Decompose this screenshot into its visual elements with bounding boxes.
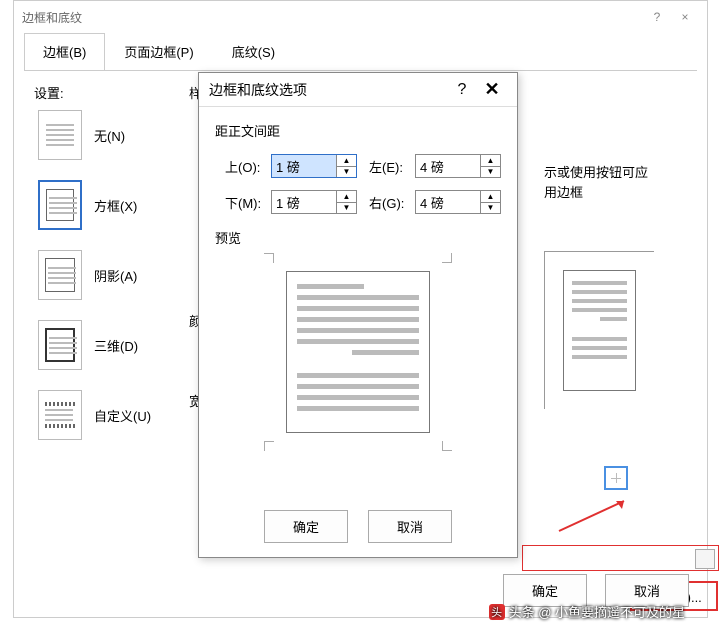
toutiao-logo-icon: 头 xyxy=(489,604,505,620)
tab-shading[interactable]: 底纹(S) xyxy=(213,33,294,70)
right-spinner[interactable]: ▲▼ xyxy=(415,190,501,214)
setting-box[interactable]: 方框(X) xyxy=(34,180,184,230)
left-input[interactable] xyxy=(416,155,480,177)
close-icon[interactable]: × xyxy=(671,10,699,24)
settings-label: 设置: xyxy=(34,83,184,102)
bottom-spinner[interactable]: ▲▼ xyxy=(271,190,357,214)
bottom-label: 下(M): xyxy=(225,193,265,212)
setting-shadow[interactable]: 阴影(A) xyxy=(34,250,184,300)
spin-down-icon[interactable]: ▼ xyxy=(481,167,500,178)
bottom-input[interactable] xyxy=(272,191,336,213)
left-spinner[interactable]: ▲▼ xyxy=(415,154,501,178)
spin-down-icon[interactable]: ▼ xyxy=(337,203,356,214)
sub-ok-button[interactable]: 确定 xyxy=(264,510,348,543)
top-input[interactable] xyxy=(272,155,336,177)
custom-icon xyxy=(38,390,82,440)
shadow-icon xyxy=(38,250,82,300)
spin-up-icon[interactable]: ▲ xyxy=(481,191,500,203)
sub-help-icon[interactable]: ? xyxy=(447,81,477,99)
spin-up-icon[interactable]: ▲ xyxy=(337,155,356,167)
border-shading-options-dialog: 边框和底纹选项 ? ✕ 距正文间距 上(O): ▲▼ 左(E): ▲▼ 下(M)… xyxy=(198,72,518,558)
tab-border[interactable]: 边框(B) xyxy=(24,33,105,71)
none-icon xyxy=(38,110,82,160)
right-input[interactable] xyxy=(416,191,480,213)
preview-label: 预览 xyxy=(215,228,501,247)
spin-down-icon[interactable]: ▼ xyxy=(337,167,356,178)
tab-strip: 边框(B) 页面边框(P) 底纹(S) xyxy=(14,33,707,70)
help-icon[interactable]: ? xyxy=(643,10,671,24)
sub-close-icon[interactable]: ✕ xyxy=(477,79,507,100)
border-toggle-button[interactable] xyxy=(604,466,628,490)
threed-icon xyxy=(38,320,82,370)
sub-title: 边框和底纹选项 xyxy=(209,80,447,100)
hint-text: 示或使用按钮可应用边框 xyxy=(544,163,648,202)
setting-threed[interactable]: 三维(D) xyxy=(34,320,184,370)
apply-to-combo[interactable] xyxy=(522,545,719,571)
spin-up-icon[interactable]: ▲ xyxy=(481,155,500,167)
sub-preview xyxy=(268,257,448,447)
spin-up-icon[interactable]: ▲ xyxy=(337,191,356,203)
margin-group-label: 距正文间距 xyxy=(215,121,501,140)
left-label: 左(E): xyxy=(369,157,409,176)
top-label: 上(O): xyxy=(225,157,265,176)
box-icon xyxy=(38,180,82,230)
right-label: 右(G): xyxy=(369,193,409,212)
sub-titlebar: 边框和底纹选项 ? ✕ xyxy=(199,73,517,107)
main-preview xyxy=(544,251,654,409)
setting-custom[interactable]: 自定义(U) xyxy=(34,390,184,440)
main-title: 边框和底纹 xyxy=(22,9,643,26)
watermark: 头 头条 @ 小鱼要摘遥不可及的星 xyxy=(489,602,685,621)
top-spinner[interactable]: ▲▼ xyxy=(271,154,357,178)
annotation-arrow xyxy=(554,496,634,536)
setting-none[interactable]: 无(N) xyxy=(34,110,184,160)
sub-cancel-button[interactable]: 取消 xyxy=(368,510,452,543)
spin-down-icon[interactable]: ▼ xyxy=(481,203,500,214)
tab-page-border[interactable]: 页面边框(P) xyxy=(105,33,212,70)
main-titlebar: 边框和底纹 ? × xyxy=(14,1,707,33)
